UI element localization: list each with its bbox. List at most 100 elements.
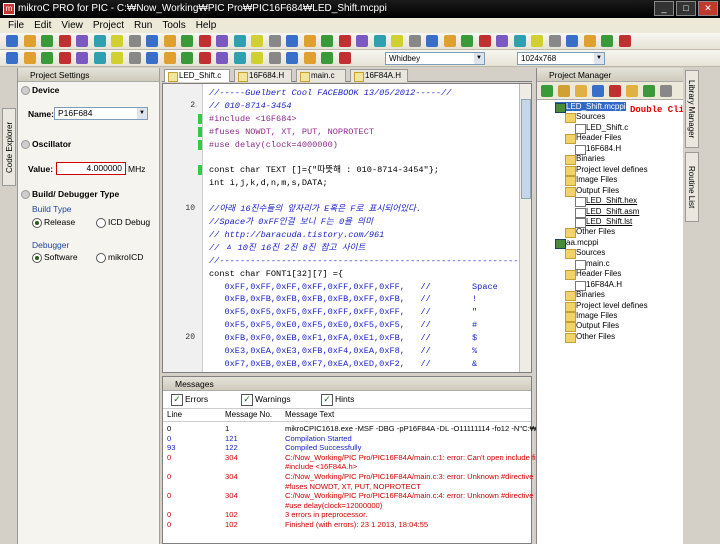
toolbar-icon[interactable] (146, 35, 158, 47)
toolbar-icon[interactable] (198, 35, 211, 47)
tree-item-file[interactable]: LED_Shift.asm (575, 207, 639, 218)
toolbar-icon[interactable] (128, 52, 141, 64)
message-row[interactable]: #include <16F84A.h> (163, 462, 531, 472)
build-section[interactable]: Build/ Debugger Type (18, 186, 119, 202)
tree-item-folder[interactable]: Output Files (565, 186, 619, 197)
message-row[interactable]: 0 121 Compilation Started (163, 434, 531, 444)
project-toolbar-icon[interactable] (626, 85, 638, 97)
project-toolbar-icon[interactable] (575, 85, 587, 97)
tree-item-folder[interactable]: Image Files (565, 311, 617, 322)
toolbar-icon[interactable] (58, 52, 71, 64)
tree-item-folder[interactable]: Other Files (565, 332, 615, 343)
tab-16f84a-h[interactable]: 16F84A.H (350, 69, 408, 82)
toolbar-icon[interactable] (128, 35, 141, 47)
tree-item-folder[interactable]: Binaries (565, 290, 605, 302)
toolbar-icon[interactable] (303, 35, 316, 47)
project-toolbar-icon[interactable] (558, 85, 570, 97)
toolbar-icon[interactable] (338, 35, 351, 47)
code-line[interactable]: int i,j,k,d,n,m,s,DATA; (163, 178, 531, 189)
tree-item-file[interactable]: LED_Shift.hex (575, 196, 637, 208)
col-line[interactable]: Line (167, 410, 182, 419)
code-line[interactable]: const char FONT1[32][7] ={ (163, 269, 531, 280)
tree-item-file[interactable]: 16F84A.H (575, 280, 622, 291)
code-line[interactable] (163, 191, 531, 202)
mikroicd-radio[interactable]: mikroICD (96, 252, 143, 263)
toolbar-icon[interactable] (163, 52, 176, 64)
device-section[interactable]: Device (18, 82, 159, 98)
toolbar-icon[interactable] (356, 35, 368, 47)
toolbar-icon[interactable] (373, 35, 386, 47)
tree-item-folder[interactable]: Project level defines (565, 301, 648, 312)
toolbar-icon[interactable] (531, 35, 543, 47)
tree-item-proj[interactable]: LED_Shift.mcppi (555, 102, 626, 113)
errors-checkbox[interactable]: Errors (171, 394, 208, 406)
message-row[interactable]: #use delay(clock=12000000) (163, 501, 531, 511)
minimize-button[interactable]: _ (654, 1, 674, 16)
toolbar-icon[interactable] (513, 35, 526, 47)
tree-item-file[interactable]: 16F684.H (575, 144, 621, 155)
code-line[interactable]: 10 //아래 16진수들의 앞자리가 E혹은 F로 표시되어있다. (163, 204, 531, 215)
code-line[interactable]: 0xFB,0xFB,0xFB,0xFB,0xFB,0xFF,0xFB, // ! (163, 294, 531, 305)
scheme-select[interactable]: Whidbey ▼ (385, 52, 485, 65)
toolbar-icon[interactable] (93, 35, 106, 47)
toolbar-icon[interactable] (286, 35, 298, 47)
toolbar-icon[interactable] (408, 35, 421, 47)
message-row[interactable]: 0 1 mikroCPIC1618.exe -MSF -DBG -pP16F84A … (163, 424, 552, 434)
code-line[interactable]: 2 // 010-8714-3454 (163, 101, 531, 112)
toolbar-icon[interactable] (321, 52, 333, 64)
menu-edit[interactable]: Edit (34, 18, 51, 33)
message-row[interactable]: 93 122 Compiled Successfully (163, 443, 531, 453)
project-toolbar-icon[interactable] (643, 85, 655, 97)
tab-16f684-h[interactable]: 16F684.H (234, 69, 292, 82)
oscillator-section[interactable]: Oscillator (18, 136, 71, 152)
toolbar-icon[interactable] (443, 35, 456, 47)
tab-led-shift-c[interactable]: LED_Shift.c (164, 69, 230, 82)
toolbar-icon[interactable] (111, 35, 123, 47)
toolbar-icon[interactable] (41, 52, 53, 64)
toolbar-icon[interactable] (321, 35, 333, 47)
toolbar-icon[interactable] (478, 35, 491, 47)
tree-item-file[interactable]: LED_Shift.c (575, 123, 628, 134)
tree-item-file[interactable]: main.c (575, 259, 610, 270)
toolbar-icon[interactable] (6, 52, 18, 64)
code-line[interactable]: // ㅿ 10진 16진 2진 8진 참고 사이트 (163, 243, 531, 254)
chevron-down-icon[interactable]: ▼ (137, 108, 147, 119)
toolbar-icon[interactable] (496, 35, 508, 47)
message-row[interactable]: 0 304 C:/Now_Working/PIC Pro/PIC16F84A/mai… (163, 472, 543, 482)
code-line[interactable]: 20 0xFB,0xF0,0xEB,0xF1,0xFA,0xE1,0xFB, /… (163, 333, 531, 344)
tree-item-file[interactable]: LED_Shift.lst (575, 217, 632, 228)
toolbar-icon[interactable] (583, 35, 596, 47)
menu-view[interactable]: View (61, 18, 83, 33)
tab-library-manager[interactable]: Library Manager (685, 70, 699, 148)
code-line[interactable]: 0xE3,0xEA,0xE3,0xFB,0xF4,0xEA,0xF8, // % (163, 346, 531, 357)
tree-item-folder[interactable]: Other Files (565, 227, 615, 239)
toolbar-icon[interactable] (566, 35, 578, 47)
toolbar-icon[interactable] (461, 35, 473, 47)
toolbar-icon[interactable] (216, 35, 228, 47)
tab-routine-list[interactable]: Routine List (685, 152, 699, 222)
project-toolbar-icon[interactable] (660, 85, 672, 97)
tree-item-folder[interactable]: Sources (565, 248, 605, 260)
toolbar-icon[interactable] (198, 52, 211, 64)
tree-item-folder[interactable]: Output Files (565, 321, 619, 333)
toolbar-icon[interactable] (23, 52, 36, 64)
menu-project[interactable]: Project (93, 18, 124, 33)
toolbar-icon[interactable] (268, 35, 281, 47)
code-line[interactable]: #use delay(clock=4000000) (163, 139, 531, 151)
toolbar-icon[interactable] (286, 52, 298, 64)
tree-item-folder[interactable]: Header Files (565, 133, 621, 145)
message-row[interactable]: 0 304 C:/Now_Working/PIC Pro/PIC16F84A/mai… (163, 453, 542, 463)
toolbar-icon[interactable] (233, 35, 246, 47)
toolbar-icon[interactable] (338, 52, 351, 64)
menu-run[interactable]: Run (134, 18, 152, 33)
toolbar-icon[interactable] (93, 52, 106, 64)
warnings-checkbox[interactable]: Warnings (241, 394, 291, 406)
tree-item-folder[interactable]: Sources (565, 112, 605, 124)
toolbar-icon[interactable] (268, 52, 281, 64)
project-toolbar-icon[interactable] (592, 85, 604, 97)
toolbar-icon[interactable] (303, 52, 316, 64)
device-select[interactable]: P16F684 ▼ (54, 107, 148, 120)
code-line[interactable]: //--------------------------------------… (163, 256, 531, 267)
code-line[interactable]: 0xF5,0xF5,0xF5,0xFF,0xFF,0xFF,0xFF, // " (163, 307, 531, 318)
toolbar-icon[interactable] (426, 35, 438, 47)
